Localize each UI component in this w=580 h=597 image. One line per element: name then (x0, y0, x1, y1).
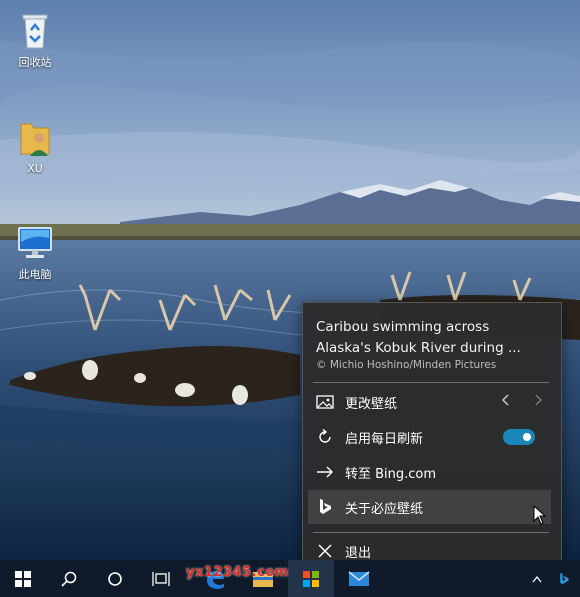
refresh-icon (314, 426, 336, 448)
menu-item-label: 更改壁纸 (345, 396, 398, 412)
this-pc-icon (13, 220, 57, 264)
desktop-icon-this-pc[interactable]: 此电脑 (0, 220, 70, 281)
user-folder-icon (13, 114, 57, 158)
menu-divider (313, 382, 549, 383)
chevron-left-icon (502, 394, 509, 406)
start-button[interactable] (0, 560, 46, 597)
taskbar-mail[interactable] (336, 560, 382, 597)
task-view-icon (152, 571, 170, 586)
menu-item-label: 关于必应壁纸 (345, 501, 424, 517)
toggle-knob (523, 433, 531, 441)
cortana-icon (108, 571, 122, 586)
daily-refresh-toggle[interactable] (503, 429, 535, 445)
menu-item-daily-refresh[interactable]: 启用每日刷新 (303, 420, 561, 454)
task-view-button[interactable] (138, 560, 184, 597)
bing-wallpaper-menu: Caribou swimming across Alaska's Kobuk R… (302, 302, 562, 564)
chevron-right-icon (535, 394, 542, 406)
taskbar (0, 560, 580, 597)
windows-logo-icon (15, 570, 31, 587)
store-icon (303, 570, 319, 587)
wallpaper-caption-line2: Alaska's Kobuk River during ... (316, 340, 521, 356)
next-wallpaper-button[interactable] (533, 393, 543, 411)
taskbar-microsoft-store[interactable] (288, 560, 334, 597)
mail-icon (348, 570, 370, 586)
menu-item-change-wallpaper[interactable]: 更改壁纸 (303, 385, 561, 419)
desktop-icon-label: 此电脑 (18, 268, 52, 281)
cortana-button[interactable] (92, 560, 138, 597)
desktop-icon-recycle-bin[interactable]: 回收站 (0, 8, 70, 69)
menu-divider (313, 532, 549, 533)
chevron-up-icon (532, 575, 542, 582)
menu-item-label: 转至 Bing.com (345, 466, 437, 482)
picture-icon (314, 391, 336, 413)
menu-item-label: 退出 (345, 545, 372, 561)
menu-item-go-to-bing[interactable]: 转至 Bing.com (303, 455, 561, 489)
menu-item-about-bing-wallpaper[interactable]: 关于必应壁纸 (308, 490, 551, 524)
mouse-cursor-icon (533, 505, 547, 525)
menu-item-label: 启用每日刷新 (345, 431, 424, 447)
search-icon (61, 571, 77, 587)
bing-tray-icon (560, 572, 569, 584)
close-icon (314, 540, 336, 562)
arrow-right-icon (314, 461, 336, 483)
desktop-icon-label: XU (27, 162, 43, 175)
desktop-icon-label: 回收站 (18, 56, 52, 69)
previous-wallpaper-button[interactable] (501, 393, 511, 411)
recycle-bin-icon (13, 8, 57, 52)
wallpaper-caption-line1: Caribou swimming across (316, 319, 490, 335)
show-hidden-icons-button[interactable] (524, 560, 550, 597)
desktop-icon-user-folder[interactable]: XU (0, 114, 70, 175)
site-watermark: yx12345.com (186, 565, 289, 580)
tray-bing-wallpaper[interactable] (550, 560, 578, 597)
search-button[interactable] (46, 560, 92, 597)
bing-icon (314, 496, 336, 518)
wallpaper-credit: © Michio Hoshino/Minden Pictures (316, 359, 497, 371)
